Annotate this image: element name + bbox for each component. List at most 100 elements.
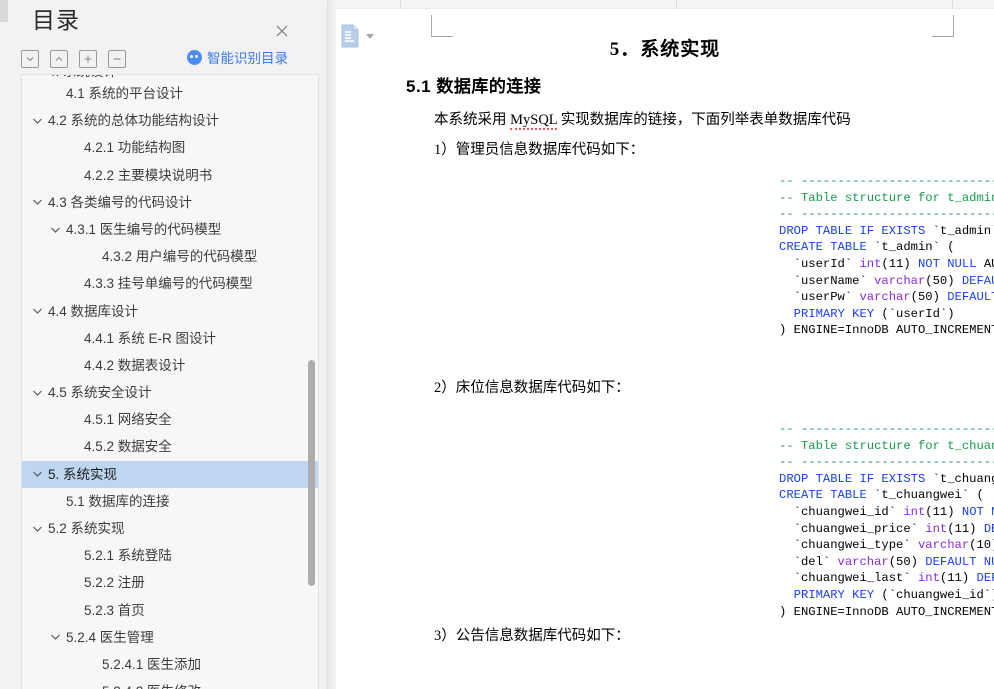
outline-item[interactable]: 5.2.4.1 医生添加 [22, 651, 318, 678]
code-token: DEFAULT NULL, [983, 521, 994, 536]
body-text-before: 本系统采用 [434, 112, 511, 128]
caret-placeholder [66, 440, 81, 455]
outline-item[interactable]: 4.1 系统的平台设计 [22, 80, 318, 107]
caret-placeholder [84, 657, 99, 672]
code-token: -- ------------------------------ [779, 422, 994, 436]
code-token: int [917, 571, 940, 586]
outline-item[interactable]: 4.3.1 医生编号的代码模型 [22, 216, 318, 243]
outline-item-label: 4.4.2 数据表设计 [84, 357, 186, 373]
outline-item-label: 5.2 系统实现 [48, 521, 125, 536]
caret-placeholder [84, 684, 99, 689]
outline-item[interactable]: 4.4.2 数据表设计 [22, 352, 318, 379]
outline-item-label: 5.2.4.1 医生添加 [102, 656, 202, 672]
code-token: `t_admin`; [932, 223, 994, 238]
document-page[interactable]: 5．系统实现 5.1 数据库的连接 本系统采用 MySQL 实现数据库的链接，下… [336, 10, 994, 689]
chevron-down-icon[interactable] [48, 630, 63, 645]
chevron-down-icon[interactable] [30, 385, 45, 400]
outline-panel-header: 目录 [0, 0, 336, 44]
code-line: PRIMARY KEY (`userId`) [779, 306, 994, 323]
code-line: -- ------------------------------ [779, 206, 994, 223]
outline-item[interactable]: 5.2.3 首页 [22, 597, 318, 624]
chevron-down-icon[interactable] [21, 50, 39, 68]
code-token: -- ------------------------------ [779, 455, 994, 470]
outline-item-label: 5.2.1 系统登陆 [84, 548, 172, 564]
outline-item[interactable]: 4.3.2 用户编号的代码模型 [22, 243, 318, 270]
smart-toc-icon [187, 49, 202, 65]
code-line: -- ------------------------------ [779, 173, 994, 190]
outline-item[interactable]: 4.4.1 系统 E-R 图设计 [22, 325, 318, 352]
caret-placeholder [66, 140, 81, 155]
close-icon[interactable] [272, 21, 292, 41]
code-token: `chuangwei_type` [779, 538, 918, 553]
code-line: -- Table structure for t_admin [779, 190, 994, 207]
misspelled-word: MySQL [510, 112, 558, 130]
code-block-t-chuangwei[interactable]: -- ------------------------------ -- Tabl… [779, 421, 994, 620]
section-heading: 5.1 数据库的连接 [406, 77, 542, 96]
outline-item[interactable]: 5.2.1 系统登陆 [22, 542, 318, 569]
outline-item[interactable]: 4.3 各类编号的代码设计 [22, 189, 318, 216]
code-token: NOT NULL [961, 504, 994, 519]
outline-item[interactable]: 5.2.4.2 医生修改 [22, 678, 318, 689]
chevron-down-icon[interactable] [48, 222, 63, 237]
caret-placeholder [66, 276, 81, 291]
chevron-up-icon[interactable] [50, 50, 68, 68]
outline-item[interactable]: 4.2 系统的总体功能结构设计 [22, 107, 318, 134]
panel-resize-handle[interactable] [327, 0, 336, 689]
code-token: PRIMARY KEY [779, 306, 882, 321]
outline-item[interactable]: 5.1 数据库的连接 [22, 488, 318, 515]
caret-placeholder [66, 575, 81, 590]
code-token: DROP TABLE IF EXISTS [779, 471, 933, 486]
chevron-down-icon[interactable] [30, 75, 45, 80]
chevron-down-icon[interactable] [30, 467, 45, 482]
code-line: `userId` int(11) NOT NULL AUTO_INCREMENT… [779, 256, 994, 273]
outline-toolbar: 智能识别目录 [0, 44, 336, 74]
outline-item[interactable]: 4.5.1 网络安全 [22, 406, 318, 433]
code-block-t-admin[interactable]: -- ------------------------------ -- Tabl… [779, 173, 994, 339]
outline-item-label: 5. 系统实现 [48, 466, 118, 482]
code-line: `chuangwei_id` int(11) NOT NULL AUTO_INC… [779, 504, 994, 521]
outline-item-label: 4.2.1 功能结构图 [84, 140, 186, 156]
code-line: `chuangwei_price` int(11) DEFAULT NULL, [779, 521, 994, 538]
plus-icon[interactable] [79, 50, 97, 68]
code-token: CREATE TABLE [779, 488, 875, 503]
outline-panel: 目录 智能识别目录 4.1 系统的平台设计 4.2 系统的总体功能结构设计 4.… [0, 0, 336, 689]
code-line: `userName` varchar(50) DEFAULT NULL, [779, 273, 994, 290]
outline-item[interactable]: 4.5.2 数据安全 [22, 433, 318, 460]
caret-placeholder [66, 603, 81, 618]
smart-toc-button[interactable]: 智能识别目录 [187, 47, 288, 67]
code-token: ) ENGINE=InnoDB AUTO_INCREMENT=2 [779, 323, 994, 338]
document-editor-window: 目录 智能识别目录 4.1 系统的平台设计 4.2 系统的总体功能结构设计 4.… [0, 0, 994, 689]
code-token: (11) [947, 521, 984, 536]
code-line: CREATE TABLE `t_admin` ( [779, 239, 994, 256]
body-paragraph: 本系统采用 MySQL 实现数据库的链接，下面列举表单数据库代码 [434, 108, 851, 130]
list-item-2: 2）床位信息数据库代码如下： [434, 380, 630, 396]
outline-item-label: 5.2.4.2 医生修改 [102, 678, 201, 689]
outline-item[interactable]: 5. 系统实现 [22, 460, 318, 488]
code-line: `del` varchar(50) DEFAULT NULL, [779, 554, 994, 571]
chevron-down-icon[interactable] [30, 521, 45, 536]
minus-icon[interactable] [108, 50, 126, 68]
outline-item[interactable]: 4.5 系统安全设计 [22, 379, 318, 406]
outline-item[interactable]: 5.2 系统实现 [22, 515, 318, 542]
outline-item[interactable]: 4.4 数据库设计 [22, 298, 318, 325]
outline-item[interactable]: 4.2.1 功能结构图 [22, 134, 318, 161]
chevron-down-icon[interactable] [30, 195, 45, 210]
chevron-down-icon[interactable] [30, 304, 45, 319]
outline-item-label: 4.5.2 数据安全 [84, 439, 172, 455]
code-line: ) ENGINE=InnoDB AUTO_INCREMENT=2 DEFAULT… [779, 322, 994, 339]
code-token: varchar [859, 290, 911, 305]
code-line: `chuangwei_last` int(11) DEFAULT NULL, [779, 570, 994, 587]
outline-item[interactable]: 5.2.2 注册 [22, 569, 318, 596]
outline-item-label: 5.2.2 注册 [84, 575, 145, 591]
chevron-down-icon[interactable] [30, 113, 45, 128]
code-token: (`chuangwei_id`) [881, 587, 994, 602]
outline-item-label: 4.2.2 主要模块说明书 [84, 167, 213, 183]
horizontal-ruler[interactable] [336, 0, 994, 9]
outline-scrollbar-thumb[interactable] [308, 360, 315, 586]
outline-item[interactable]: 4.3.3 挂号单编号的代码模型 [22, 270, 318, 297]
code-token: `userId` [779, 256, 860, 271]
outline-item[interactable]: 4.2.2 主要模块说明书 [22, 162, 318, 189]
outline-item[interactable]: 5.2.4 医生管理 [22, 624, 318, 651]
code-line: `userPw` varchar(50) DEFAULT NULL, [779, 289, 994, 306]
outline-item-label: 4.5.1 网络安全 [84, 412, 172, 428]
